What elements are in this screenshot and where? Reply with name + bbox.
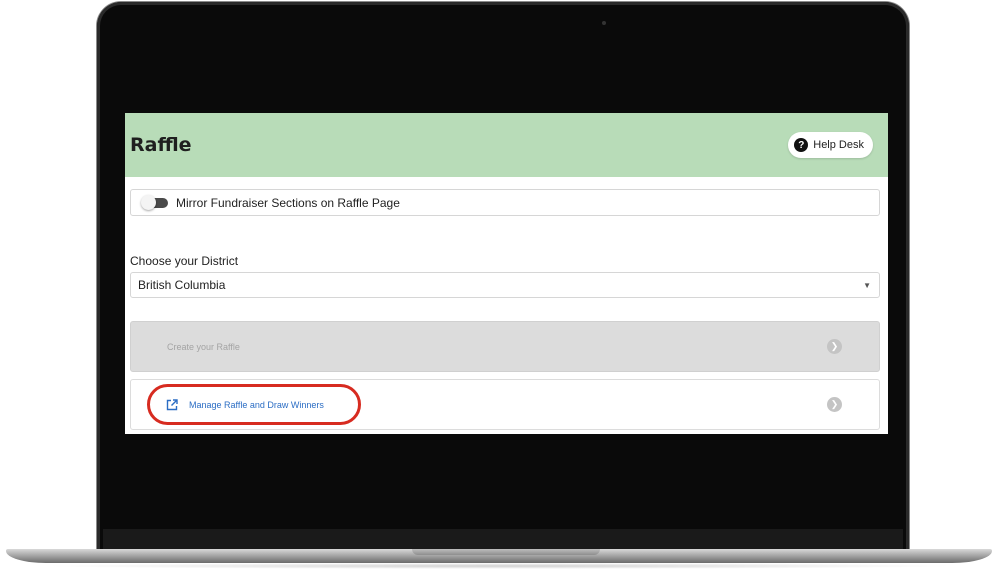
chevron-down-icon: ▼ [863,281,871,290]
mirror-sections-toggle[interactable] [141,194,168,210]
toggle-knob [141,194,156,210]
webcam [602,21,606,25]
highlight-annotation [147,384,361,425]
laptop-shadow [40,563,958,569]
app-screen: Raffle ? Help Desk Mirror Fundraiser Sec… [125,113,888,434]
question-circle-icon: ? [794,138,809,152]
help-desk-label: Help Desk [813,139,864,151]
help-desk-button[interactable]: ? Help Desk [788,132,873,158]
mirror-sections-label: Mirror Fundraiser Sections on Raffle Pag… [176,195,400,210]
laptop-mockup: Raffle ? Help Desk Mirror Fundraiser Sec… [0,0,998,572]
app-header: Raffle ? Help Desk [125,113,888,177]
district-select[interactable]: British Columbia ▼ [130,272,880,298]
create-raffle-button[interactable]: Create your Raffle ❯ [130,321,880,372]
page-title: Raffle [130,134,192,156]
screen-bottom-bezel [103,529,903,551]
district-selected-value: British Columbia [138,278,226,292]
create-raffle-label: Create your Raffle [167,342,240,352]
mirror-sections-option: Mirror Fundraiser Sections on Raffle Pag… [130,189,880,216]
district-label: Choose your District [130,254,239,268]
chevron-right-circle-icon: ❯ [827,339,842,354]
laptop-notch [412,549,600,555]
chevron-right-circle-icon: ❯ [827,397,842,412]
